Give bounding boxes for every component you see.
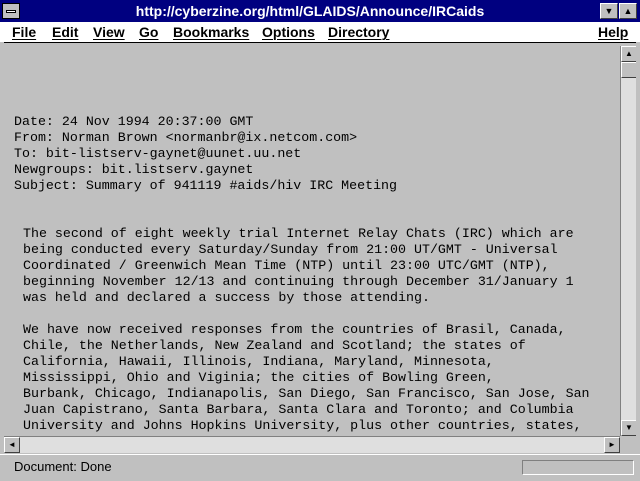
scroll-down-button[interactable]: ▼ xyxy=(621,420,637,436)
title-bar[interactable]: http://cyberzine.org/html/GLAIDS/Announc… xyxy=(0,0,640,22)
progress-indicator xyxy=(522,460,634,475)
menu-file[interactable]: File xyxy=(12,22,36,42)
header-newsgroups: Newgroups: bit.listserv.gaynet xyxy=(14,162,254,177)
minimize-button[interactable]: ▼ xyxy=(600,3,618,19)
paragraph2-line: Chile, the Netherlands, New Zealand and … xyxy=(23,338,526,353)
paragraph2-line: Mississippi, Ohio and Viginia; the citie… xyxy=(23,370,494,385)
paragraph2-line: Burbank, Chicago, Indianapolis, San Dieg… xyxy=(23,386,590,401)
horizontal-scroll-track[interactable] xyxy=(20,437,604,453)
window-title: http://cyberzine.org/html/GLAIDS/Announc… xyxy=(135,3,485,19)
header-date: Date: 24 Nov 1994 20:37:00 GMT xyxy=(14,114,254,129)
menu-help[interactable]: Help xyxy=(598,22,628,42)
paragraph1-line: was held and declared a success by those… xyxy=(23,290,430,305)
menu-options[interactable]: Options xyxy=(262,22,315,42)
maximize-button[interactable]: ▲ xyxy=(619,3,637,19)
scroll-left-button[interactable]: ◄ xyxy=(4,437,20,453)
menu-go[interactable]: Go xyxy=(139,22,158,42)
scroll-right-button[interactable]: ► xyxy=(604,437,620,453)
system-menu-icon xyxy=(6,10,16,13)
paragraph2-line: We have now received responses from the … xyxy=(23,322,566,337)
system-menu-button[interactable] xyxy=(2,3,20,19)
window-frame-right xyxy=(636,42,640,454)
paragraph2-line: University and Johns Hopkins University,… xyxy=(23,418,582,433)
header-from: From: Norman Brown <normanbr@ix.netcom.c… xyxy=(14,130,358,145)
paragraph2-line: California, Hawaii, Illinois, Indiana, M… xyxy=(23,354,494,369)
menu-bar: File Edit View Go Bookmarks Options Dire… xyxy=(0,22,640,43)
vertical-scroll-track[interactable] xyxy=(621,62,637,420)
scroll-up-button[interactable]: ▲ xyxy=(621,46,637,62)
status-bar: Document: Done xyxy=(0,454,640,481)
menu-edit[interactable]: Edit xyxy=(52,22,78,42)
paragraph2-line: Juan Capistrano, Santa Barbara, Santa Cl… xyxy=(23,402,574,417)
vertical-scroll-thumb[interactable] xyxy=(621,62,637,78)
vertical-scrollbar[interactable]: ▲ ▼ xyxy=(620,46,637,436)
paragraph1-line: Coordinated / Greenwich Mean Time (NTP) … xyxy=(23,258,550,273)
paragraph1-line: being conducted every Saturday/Sunday fr… xyxy=(23,242,558,257)
document-view[interactable]: Date: 24 Nov 1994 20:37:00 GMT From: Nor… xyxy=(4,46,620,436)
paragraph1-line: The second of eight weekly trial Interne… xyxy=(23,226,574,241)
status-text: Document: Done xyxy=(14,459,112,474)
paragraph1-line: beginning November 12/13 and continuing … xyxy=(23,274,574,289)
horizontal-scrollbar[interactable]: ◄ ► xyxy=(4,436,620,453)
menu-directory[interactable]: Directory xyxy=(328,22,389,42)
header-to: To: bit-listserv-gaynet@uunet.uu.net xyxy=(14,146,302,161)
header-subject: Subject: Summary of 941119 #aids/hiv IRC… xyxy=(14,178,398,193)
menu-view[interactable]: View xyxy=(93,22,125,42)
menu-bookmarks[interactable]: Bookmarks xyxy=(173,22,249,42)
